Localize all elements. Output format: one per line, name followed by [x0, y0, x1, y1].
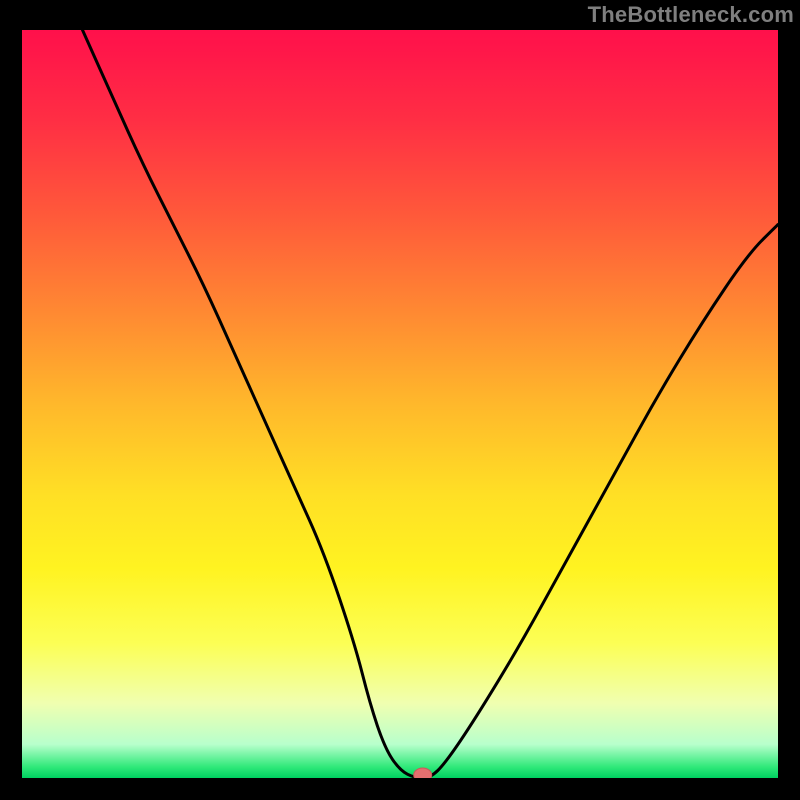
chart-frame: TheBottleneck.com — [0, 0, 800, 800]
gradient-background — [22, 30, 778, 778]
bottleneck-chart — [22, 30, 778, 778]
plot-area — [22, 30, 778, 778]
optimal-point-marker — [414, 768, 432, 778]
watermark-text: TheBottleneck.com — [588, 2, 794, 28]
